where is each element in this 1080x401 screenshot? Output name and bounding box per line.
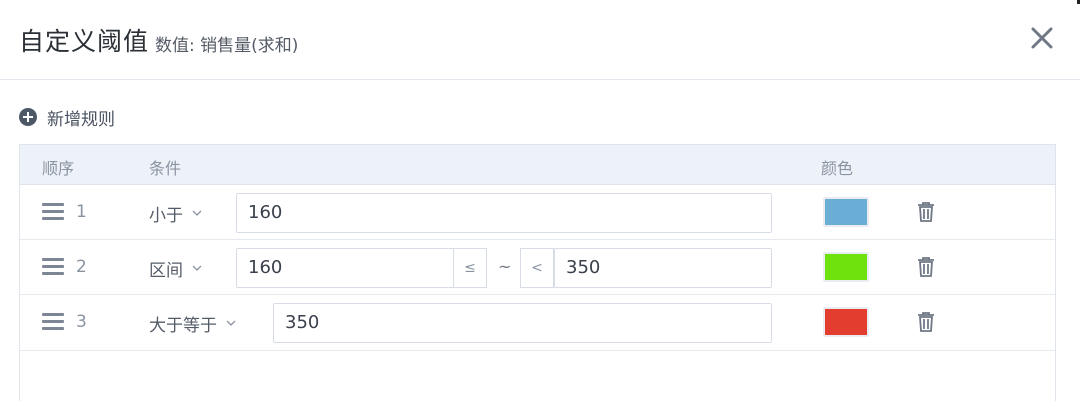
table-row: 3 大于等于 350 — [20, 295, 1055, 351]
table-row: 2 区间 160 ≤ ~ < 350 — [20, 240, 1055, 295]
condition-label: 区间 — [149, 260, 183, 281]
color-swatch[interactable] — [823, 197, 869, 227]
close-icon[interactable] — [1028, 24, 1056, 52]
drag-handle-icon[interactable] — [42, 203, 64, 220]
condition-label: 小于 — [149, 205, 183, 226]
condition-select[interactable]: 大于等于 — [149, 310, 236, 336]
rule-order: 2 — [76, 257, 87, 277]
chevron-down-icon — [192, 208, 202, 218]
range-min-input[interactable]: 160 — [236, 248, 454, 288]
min-operator-select[interactable]: ≤ — [453, 248, 487, 288]
range-max-input[interactable]: 350 — [554, 248, 772, 288]
range-separator: ~ — [498, 257, 512, 276]
drag-handle-icon[interactable] — [42, 258, 64, 275]
header-order: 顺序 — [42, 159, 75, 178]
dialog-header: 自定义阈值 数值: 销售量(求和) — [0, 0, 1080, 80]
chevron-down-icon — [226, 318, 236, 328]
rule-order: 3 — [76, 312, 87, 332]
add-rule-button[interactable]: 新增规则 — [19, 104, 115, 130]
delete-icon[interactable] — [916, 256, 936, 278]
add-rule-label: 新增规则 — [47, 109, 115, 130]
color-swatch[interactable] — [823, 252, 869, 282]
plus-circle-icon — [19, 108, 37, 126]
max-operator-select[interactable]: < — [520, 248, 554, 288]
threshold-rules-table: 顺序 条件 颜色 1 小于 160 2 区间 160 ≤ ~ < 350 3 大… — [19, 144, 1056, 401]
color-swatch[interactable] — [823, 307, 869, 337]
delete-icon[interactable] — [916, 201, 936, 223]
chevron-down-icon — [192, 263, 202, 273]
threshold-value-input[interactable]: 160 — [236, 193, 772, 233]
condition-select[interactable]: 区间 — [149, 255, 202, 281]
drag-handle-icon[interactable] — [42, 313, 64, 330]
header-condition: 条件 — [149, 159, 182, 178]
table-header: 顺序 条件 颜色 — [20, 145, 1055, 185]
dialog-title: 自定义阈值 — [19, 27, 150, 56]
delete-icon[interactable] — [916, 311, 936, 333]
condition-label: 大于等于 — [149, 315, 217, 336]
table-row: 1 小于 160 — [20, 185, 1055, 240]
dialog-subtitle: 数值: 销售量(求和) — [155, 36, 299, 56]
rule-order: 1 — [76, 202, 87, 222]
condition-select[interactable]: 小于 — [149, 200, 202, 226]
threshold-value-input[interactable]: 350 — [273, 303, 772, 343]
header-color: 颜色 — [821, 159, 854, 178]
